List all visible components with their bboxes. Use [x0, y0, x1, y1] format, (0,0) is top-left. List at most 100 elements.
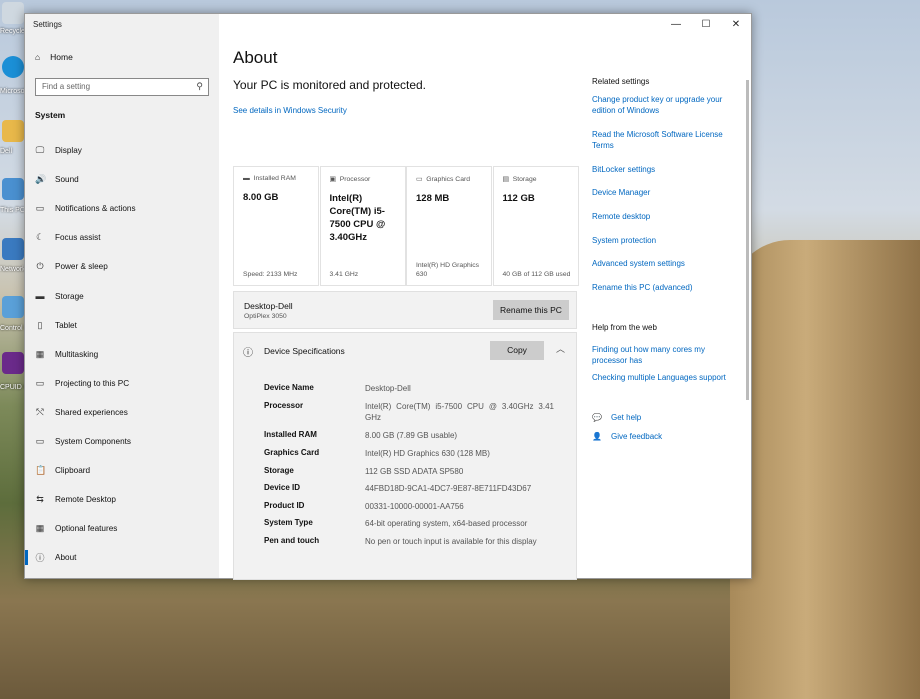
spec-row: System Type 64-bit operating system, x64-… — [264, 518, 554, 529]
cpuid-icon[interactable] — [2, 352, 24, 374]
sidebar-item-label: Notifications & actions — [55, 204, 136, 214]
related-link[interactable]: Remote desktop — [592, 211, 742, 222]
device-specifications-panel: ⓘ Device Specifications Copy ︿ Device Na… — [233, 332, 577, 580]
collapse-chevron-icon[interactable]: ︿ — [556, 342, 565, 355]
spec-row: Device ID 44FBD18D-9CA1-4DC7-9E87-8E711FD… — [264, 483, 554, 494]
sidebar-item-sound[interactable]: 🔊 Sound — [25, 165, 219, 194]
window-title: Settings — [33, 20, 62, 29]
sidebar-item-label: Projecting to this PC — [55, 378, 130, 388]
card-header: Storage — [512, 176, 537, 183]
sidebar-item-multitasking[interactable]: ▦ Multitasking — [25, 340, 219, 369]
desktop-icon-label: Dell — [0, 148, 13, 155]
get-help-link[interactable]: 💬 Get help — [592, 412, 742, 423]
spec-key: System Type — [264, 518, 313, 527]
sidebar-item-label: System Components — [55, 436, 131, 446]
minimize-button[interactable]: — — [661, 14, 691, 36]
home-icon: ⌂ — [35, 52, 41, 62]
sidebar-item-power-sleep[interactable]: ⏻ Power & sleep — [25, 252, 219, 281]
related-link[interactable]: Rename this PC (advanced) — [592, 282, 742, 293]
this-pc-icon[interactable] — [2, 178, 24, 200]
sidebar-item-label: Clipboard — [55, 466, 91, 476]
desktop-icon-label: Recycle — [0, 28, 25, 35]
spec-value: 8.00 GB (7.89 GB usable) — [365, 431, 458, 440]
card-value: Intel(R) Core(TM) i5-7500 CPU @ 3.40GHz — [329, 193, 386, 243]
sidebar-item-tablet[interactable]: ▯ Tablet — [25, 311, 219, 340]
spec-key: Processor — [264, 401, 304, 410]
related-link[interactable]: Advanced system settings — [592, 258, 742, 269]
sidebar-item-storage[interactable]: ▬ Storage — [25, 281, 219, 310]
card-footer: Speed: 2133 MHz — [243, 271, 298, 278]
spec-key: Installed RAM — [264, 430, 317, 439]
scrollbar[interactable] — [746, 80, 749, 400]
sidebar-item-icon: ▭ — [35, 203, 45, 214]
spec-row: Processor Intel(R) Core(TM) i5-7500 CPU @… — [264, 401, 554, 423]
folder-icon[interactable] — [2, 120, 24, 142]
spec-key: Device ID — [264, 483, 301, 492]
spec-key: Device Name — [264, 383, 314, 392]
search-input[interactable]: Find a setting ⚲ — [35, 78, 209, 96]
desktop-wallpaper — [730, 240, 920, 699]
maximize-button[interactable]: ☐ — [691, 14, 721, 36]
spec-card: ▣ Processor Intel(R) Core(TM) i5-7500 CPU… — [319, 166, 406, 286]
sidebar-item-icon: 📋 — [35, 465, 47, 476]
card-icon: ▤ — [502, 176, 509, 183]
recycle-bin-icon[interactable] — [2, 2, 24, 24]
sidebar-item-label: Multitasking — [55, 349, 99, 359]
sidebar-item-label: About — [55, 553, 77, 563]
card-footer: Intel(R) HD Graphics 630 — [416, 262, 480, 278]
spec-key: Pen and touch — [264, 536, 320, 545]
help-link[interactable]: Checking multiple Languages support — [592, 372, 742, 383]
sidebar-item-focus-assist[interactable]: ☾ Focus assist — [25, 223, 219, 252]
sidebar-item-display[interactable]: 🖵 Display — [25, 136, 219, 165]
pc-name: Desktop-Dell — [244, 301, 293, 311]
desktop-icon-label: This PC — [0, 207, 25, 214]
sidebar-item-notifications-actions[interactable]: ▭ Notifications & actions — [25, 194, 219, 223]
spec-key: Product ID — [264, 501, 305, 510]
copy-button[interactable]: Copy — [490, 341, 544, 360]
spec-value: 112 GB SSD ADATA SP580 — [365, 467, 464, 476]
card-value: 128 MB — [416, 193, 450, 204]
sidebar-item-icon: ▭ — [35, 435, 45, 446]
related-link[interactable]: Read the Microsoft Software License Term… — [592, 129, 742, 151]
spec-value: Desktop-Dell — [365, 384, 411, 393]
sidebar-item-label: Display — [55, 146, 82, 156]
control-panel-icon[interactable] — [2, 296, 24, 318]
spec-key: Graphics Card — [264, 448, 320, 457]
card-footer: 40 GB of 112 GB used — [502, 271, 571, 278]
sidebar: Settings ⌂ Home Find a setting ⚲ System 🖵 D… — [25, 14, 219, 578]
home-button[interactable]: ⌂ Home — [35, 52, 73, 62]
card-icon: ▭ — [416, 176, 423, 183]
spec-value: Intel(R) HD Graphics 630 (128 MB) — [365, 449, 490, 458]
spec-row: Device Name Desktop-Dell — [264, 383, 554, 394]
rename-pc-button[interactable]: Rename this PC — [493, 300, 569, 320]
related-link[interactable]: Change product key or upgrade your editi… — [592, 94, 742, 116]
network-icon[interactable] — [2, 238, 24, 260]
sidebar-item-remote-desktop[interactable]: ⇆ Remote Desktop — [25, 485, 219, 514]
related-title: Related settings — [592, 77, 650, 86]
sidebar-item-icon: ▭ — [35, 377, 45, 388]
help-link[interactable]: Finding out how many cores my processor … — [592, 344, 742, 366]
sidebar-item-clipboard[interactable]: 📋 Clipboard — [25, 456, 219, 485]
give-feedback-link[interactable]: 👤 Give feedback — [592, 431, 742, 442]
sidebar-item-projecting-to-this-pc[interactable]: ▭ Projecting to this PC — [25, 369, 219, 398]
windows-security-link[interactable]: See details in Windows Security — [233, 106, 347, 115]
related-link[interactable]: Device Manager — [592, 187, 742, 198]
edge-icon[interactable] — [2, 56, 24, 78]
sidebar-item-about[interactable]: ⓘ About — [25, 543, 219, 572]
spec-row: Product ID 00331-10000-00001-AA756 — [264, 501, 554, 512]
sidebar-item-label: Sound — [55, 175, 79, 185]
card-icon: ▬ — [243, 175, 250, 182]
related-link[interactable]: BitLocker settings — [592, 164, 742, 175]
sidebar-item-shared-experiences[interactable]: ⤲ Shared experiences — [25, 398, 219, 427]
card-value: 112 GB — [502, 193, 535, 204]
sidebar-item-icon: ⇆ — [36, 494, 44, 505]
sidebar-item-icon: ▯ — [37, 319, 43, 330]
spec-row: Storage 112 GB SSD ADATA SP580 — [264, 466, 554, 477]
sidebar-item-system-components[interactable]: ▭ System Components — [25, 427, 219, 456]
close-button[interactable]: ✕ — [721, 14, 751, 36]
protection-status: Your PC is monitored and protected. — [233, 78, 427, 92]
spec-value: Intel(R) Core(TM) i5-7500 CPU @ 3.40GHz … — [365, 402, 554, 422]
related-link[interactable]: System protection — [592, 235, 742, 246]
sidebar-item-optional-features[interactable]: ▦ Optional features — [25, 514, 219, 543]
sidebar-item-label: Remote Desktop — [55, 495, 116, 505]
